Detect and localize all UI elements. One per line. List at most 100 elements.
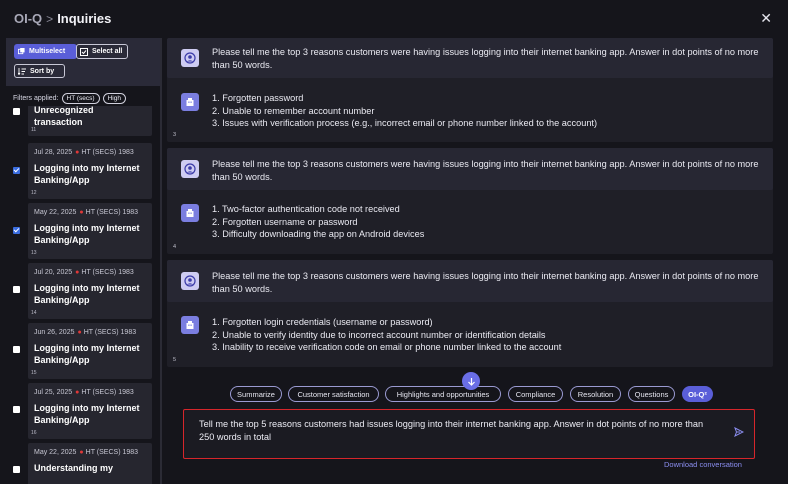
multiselect-button[interactable]: Multiselect	[14, 44, 77, 59]
inquiry-number: 12	[31, 190, 37, 196]
breadcrumb-root[interactable]: OI-Q	[14, 11, 42, 26]
chip-questions[interactable]: Questions	[628, 386, 675, 402]
breadcrumb-separator: >	[46, 11, 54, 26]
multiselect-label: Multiselect	[29, 48, 66, 55]
inquiry-date: Jul 28, 2025	[34, 149, 73, 156]
bot-avatar-icon	[186, 98, 194, 106]
question-message: Please tell me the top 3 reasons custome…	[167, 38, 773, 78]
inquiry-badge: HT (SECS) 1983	[81, 269, 134, 276]
inquiry-checkbox[interactable]	[13, 346, 20, 353]
close-button[interactable]: ✕	[760, 11, 772, 25]
inquiry-title: Unrecognized transaction	[34, 106, 94, 127]
inquiry-card[interactable]: Jul 20, 2025 ● HT (SECS) 1983 Logging into…	[28, 263, 152, 319]
sidebar-toolbar: Multiselect Select all Sort by	[6, 38, 161, 86]
chip-summarize[interactable]: Summarize	[230, 386, 282, 402]
header: OI-Q > Inquiries ✕	[0, 0, 788, 38]
inquiry-card[interactable]: Jul 28, 2025 ● HT (SECS) 1983 Logging into…	[28, 143, 152, 199]
download-conversation-link[interactable]: Download conversation	[664, 460, 742, 469]
answer-message: 1. Two-factor authentication code not re…	[167, 190, 773, 254]
inquiry-number: 13	[31, 250, 37, 256]
status-dot: ●	[75, 389, 80, 396]
inquiry-number: 11	[31, 127, 37, 133]
filter-chip-high[interactable]: High	[102, 92, 126, 104]
inquiry-date: Jul 20, 2025	[34, 269, 73, 276]
status-dot: ●	[77, 329, 82, 336]
inquiry-meta: Jun 26, 2025 ● HT (SECS) 1983	[34, 329, 136, 336]
inquiry-checkbox[interactable]	[13, 108, 20, 115]
inquiry-title: Logging into my Internet Banking/App	[34, 223, 140, 245]
inquiry-date: May 22, 2025	[34, 209, 77, 216]
bot-avatar	[181, 93, 199, 111]
answer-message: 1. Forgotten password 2. Unable to remem…	[167, 78, 773, 142]
inquiry-checkbox[interactable]	[13, 466, 20, 473]
status-dot: ●	[79, 209, 84, 216]
inquiry-title: Logging into my Internet Banking/App	[34, 343, 140, 365]
conversation-block: Please tell me the top 3 reasons custome…	[167, 38, 773, 142]
inquiry-number: 16	[31, 430, 37, 436]
user-avatar	[181, 272, 199, 290]
sort-by-button[interactable]: Sort by	[14, 64, 65, 78]
sort-icon	[18, 67, 26, 75]
inquiry-checkbox[interactable]	[13, 286, 20, 293]
inquiry-title: Logging into my Internet Banking/App	[34, 283, 140, 305]
block-number: 4	[173, 244, 177, 250]
chip-oi-q[interactable]: OI-Q²	[682, 386, 713, 402]
scroll-down-button[interactable]	[462, 372, 480, 390]
inquiry-meta: Jul 20, 2025 ● HT (SECS) 1983	[34, 269, 134, 276]
answer-item: 3. Difficulty downloading the app on And…	[212, 229, 425, 239]
answer-item: 2. Unable to remember account number	[212, 105, 375, 116]
inquiry-badge: HT (SECS) 1983	[83, 329, 137, 336]
chip-customer-satisfaction[interactable]: Customer satisfaction	[288, 386, 379, 402]
inquiry-card[interactable]: May 22, 2025 ● HT (SECS) 1983 Understandin…	[28, 443, 152, 484]
select-all-label: Select all	[92, 48, 123, 55]
prompt-input[interactable]: Tell me the top 5 reasons customers had …	[183, 409, 755, 459]
status-dot: ●	[75, 269, 80, 276]
inquiry-card[interactable]: Unrecognized transaction 11	[28, 106, 152, 136]
select-all-button[interactable]: Select all	[76, 44, 128, 59]
filters-label: Filters applied:	[13, 94, 59, 102]
inquiry-card[interactable]: Jun 26, 2025 ● HT (SECS) 1983 Logging into…	[28, 323, 152, 379]
answer-list: 1. Forgotten login credentials (username…	[212, 316, 561, 354]
question-message: Please tell me the top 3 reasons custome…	[167, 260, 773, 302]
sort-by-label: Sort by	[30, 67, 55, 75]
question-text: Please tell me the top 3 reasons custome…	[212, 159, 759, 182]
chip-compliance[interactable]: Compliance	[508, 386, 563, 402]
inquiry-checkbox[interactable]	[13, 227, 20, 234]
inquiry-badge: HT (SECS) 1983	[81, 149, 134, 156]
send-icon	[734, 426, 745, 438]
close-icon: ✕	[760, 10, 772, 26]
user-avatar	[181, 49, 199, 67]
page-title: Inquiries	[57, 11, 112, 26]
answer-item: 1. Forgotten login credentials (username…	[212, 317, 433, 327]
inquiry-checkbox[interactable]	[13, 406, 20, 413]
bot-avatar	[181, 316, 199, 334]
inquiry-title: Logging into my Internet Banking/App	[34, 403, 140, 425]
filter-chip-ht[interactable]: HT (secs)	[61, 92, 100, 104]
chip-highlights[interactable]: Highlights and opportunities	[385, 386, 501, 402]
answer-item: 3. Issues with verification process (e.g…	[212, 118, 598, 128]
inquiry-list[interactable]: Unrecognized transaction 11 Jul 28, 2025…	[0, 106, 161, 484]
prompt-input-text[interactable]: Tell me the top 5 reasons customers had …	[199, 418, 719, 444]
status-dot: ●	[79, 449, 84, 456]
answer-item: 2. Unable to verify identity due to inco…	[212, 329, 546, 340]
answer-item: 1. Forgotten password	[212, 93, 304, 103]
block-number: 5	[173, 357, 177, 363]
user-avatar	[181, 160, 199, 178]
inquiry-badge: HT (SECS) 1983	[85, 209, 139, 216]
answer-message: 1. Forgotten login credentials (username…	[167, 302, 773, 367]
user-avatar-icon	[184, 163, 196, 175]
inquiry-number: 14	[31, 310, 37, 316]
send-button[interactable]	[734, 424, 745, 442]
inquiry-meta: Jul 25, 2025 ● HT (SECS) 1983	[34, 389, 134, 396]
inquiry-checkbox[interactable]	[13, 167, 20, 174]
inquiry-badge: HT (SECS) 1983	[81, 389, 134, 396]
filters-applied: Filters applied: HT (secs) High	[13, 91, 126, 105]
answer-item: 2. Forgotten username or password	[212, 216, 358, 227]
question-message: Please tell me the top 3 reasons custome…	[167, 148, 773, 190]
inquiry-badge: HT (SECS) 1983	[85, 449, 139, 456]
chip-resolution[interactable]: Resolution	[570, 386, 621, 402]
inquiry-card[interactable]: May 22, 2025 ● HT (SECS) 1983 Logging into…	[28, 203, 152, 259]
question-text: Please tell me the top 3 reasons custome…	[212, 47, 759, 70]
block-number: 3	[173, 132, 177, 138]
inquiry-card[interactable]: Jul 25, 2025 ● HT (SECS) 1983 Logging into…	[28, 383, 152, 439]
